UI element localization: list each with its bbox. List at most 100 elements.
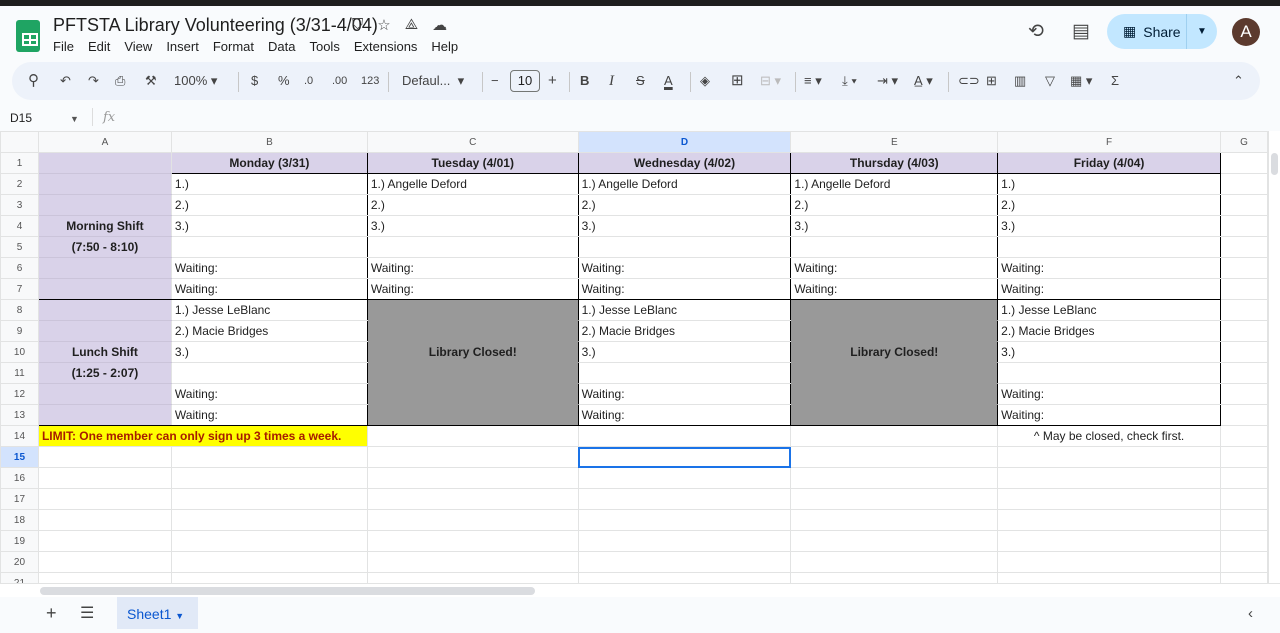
column-header-f[interactable]: F xyxy=(997,131,1221,153)
percent-format-button[interactable]: % xyxy=(278,62,290,100)
row-header[interactable]: 2 xyxy=(0,173,39,195)
cell-b17[interactable] xyxy=(170,488,368,510)
document-title[interactable]: PFTSTA Library Volunteering (3/31-4/04) xyxy=(53,15,378,36)
cell-d4[interactable]: 3.) xyxy=(577,215,792,237)
cell-c10[interactable]: Library Closed! xyxy=(366,341,579,363)
cell-d18[interactable] xyxy=(577,509,792,531)
font-size-input[interactable]: 10 xyxy=(510,70,540,92)
cell-g7[interactable] xyxy=(1220,278,1268,300)
menu-data[interactable]: Data xyxy=(268,39,295,54)
cell-e1[interactable]: Thursday (4/03) xyxy=(790,152,999,174)
cell-c16[interactable] xyxy=(366,467,579,489)
cell-a16[interactable] xyxy=(37,467,172,489)
menu-edit[interactable]: Edit xyxy=(88,39,110,54)
formula-input[interactable] xyxy=(125,110,1265,126)
cell-d10[interactable]: 3.) xyxy=(577,341,792,363)
cell-f7[interactable]: Waiting: xyxy=(997,278,1221,300)
vertical-scrollbar[interactable] xyxy=(1268,131,1280,583)
cell-f13[interactable]: Waiting: xyxy=(997,404,1221,426)
strikethrough-icon[interactable]: S xyxy=(636,62,645,100)
column-header-a[interactable]: A xyxy=(37,131,172,153)
cell-g11[interactable] xyxy=(1220,362,1268,384)
cell-f6[interactable]: Waiting: xyxy=(997,257,1221,279)
cell-b6[interactable]: Waiting: xyxy=(170,257,368,279)
cell-f12[interactable]: Waiting: xyxy=(997,383,1221,405)
redo-icon[interactable]: ↷ xyxy=(88,62,99,100)
add-sheet-icon[interactable]: + xyxy=(46,603,57,624)
cell-e11[interactable] xyxy=(790,362,999,384)
cell-d1[interactable]: Wednesday (4/02) xyxy=(577,152,792,174)
name-box-dropdown-icon[interactable]: ▼ xyxy=(70,114,79,124)
cell-b12[interactable]: Waiting: xyxy=(170,383,368,405)
cell-b13[interactable]: Waiting: xyxy=(170,404,368,426)
cell-e17[interactable] xyxy=(790,488,999,510)
cell-a9[interactable] xyxy=(37,320,172,342)
cell-a12[interactable] xyxy=(37,383,172,405)
cell-c19[interactable] xyxy=(366,530,579,552)
cell-c5[interactable] xyxy=(366,236,579,258)
cell-c21[interactable] xyxy=(366,572,579,583)
row-header[interactable]: 13 xyxy=(0,404,39,426)
cell-f20[interactable] xyxy=(997,551,1221,573)
horizontal-align-icon[interactable]: ≡ ▾ xyxy=(804,62,822,100)
paint-format-icon[interactable]: ⚒ xyxy=(145,62,157,100)
menu-tools[interactable]: Tools xyxy=(309,39,339,54)
share-dropdown-icon[interactable]: ▼ xyxy=(1187,26,1217,37)
fill-color-icon[interactable]: ◈ xyxy=(700,62,710,100)
row-header[interactable]: 20 xyxy=(0,551,39,573)
cell-a17[interactable] xyxy=(37,488,172,510)
zoom-select[interactable]: 100% ▾ xyxy=(174,62,217,100)
cell-a10[interactable]: Lunch Shift xyxy=(37,341,172,363)
cell-f14[interactable]: ^ May be closed, check first. xyxy=(997,425,1221,447)
cell-d9[interactable]: 2.) Macie Bridges xyxy=(577,320,792,342)
cell-e9[interactable] xyxy=(790,320,999,342)
bold-icon[interactable]: B xyxy=(580,62,589,100)
cell-a2[interactable] xyxy=(37,173,172,195)
cell-a3[interactable] xyxy=(37,194,172,216)
row-header[interactable]: 5 xyxy=(0,236,39,258)
cell-g2[interactable] xyxy=(1220,173,1268,195)
row-header[interactable]: 8 xyxy=(0,299,39,321)
cell-b9[interactable]: 2.) Macie Bridges xyxy=(170,320,368,342)
cell-g12[interactable] xyxy=(1220,383,1268,405)
cell-g14[interactable] xyxy=(1220,425,1268,447)
insert-comment-icon[interactable]: ⊞ xyxy=(986,62,997,100)
cell-g10[interactable] xyxy=(1220,341,1268,363)
cell-d11[interactable] xyxy=(577,362,792,384)
cell-a18[interactable] xyxy=(37,509,172,531)
sheet-tab-dropdown-icon[interactable]: ▼ xyxy=(175,611,184,621)
cell-d19[interactable] xyxy=(577,530,792,552)
row-header[interactable]: 9 xyxy=(0,320,39,342)
insert-link-icon[interactable]: ⊂⊃ xyxy=(958,62,980,100)
cell-f4[interactable]: 3.) xyxy=(997,215,1221,237)
cell-c12[interactable] xyxy=(366,383,579,405)
cell-d14[interactable] xyxy=(577,425,792,447)
cell-c6[interactable]: Waiting: xyxy=(366,257,579,279)
cell-d12[interactable]: Waiting: xyxy=(577,383,792,405)
menu-format[interactable]: Format xyxy=(213,39,254,54)
name-box[interactable]: D15 ▼ xyxy=(10,111,79,125)
merge-cells-icon[interactable]: ⊟ ▾ xyxy=(760,62,781,100)
column-header-c[interactable]: C xyxy=(366,131,579,153)
cell-e16[interactable] xyxy=(790,467,999,489)
cell-e5[interactable] xyxy=(790,236,999,258)
cell-e13[interactable] xyxy=(790,404,999,426)
functions-icon[interactable]: Σ xyxy=(1111,62,1119,100)
cell-b5[interactable] xyxy=(170,236,368,258)
cell-e2[interactable]: 1.) Angelle Deford xyxy=(790,173,999,195)
cell-e7[interactable]: Waiting: xyxy=(790,278,999,300)
cell-e8[interactable] xyxy=(790,299,999,321)
cell-c20[interactable] xyxy=(366,551,579,573)
decrease-font-size-button[interactable]: − xyxy=(491,62,499,100)
cell-g6[interactable] xyxy=(1220,257,1268,279)
row-header[interactable]: 21 xyxy=(0,572,39,583)
cell-g16[interactable] xyxy=(1220,467,1268,489)
move-to-drive-icon[interactable]: ⟁ xyxy=(405,16,418,34)
text-color-icon[interactable]: A xyxy=(664,62,673,100)
row-header[interactable]: 15 xyxy=(0,446,39,468)
cell-f21[interactable] xyxy=(997,572,1221,583)
cell-c18[interactable] xyxy=(366,509,579,531)
cell-g17[interactable] xyxy=(1220,488,1268,510)
avatar[interactable]: A xyxy=(1232,18,1260,46)
cell-e21[interactable] xyxy=(790,572,999,583)
